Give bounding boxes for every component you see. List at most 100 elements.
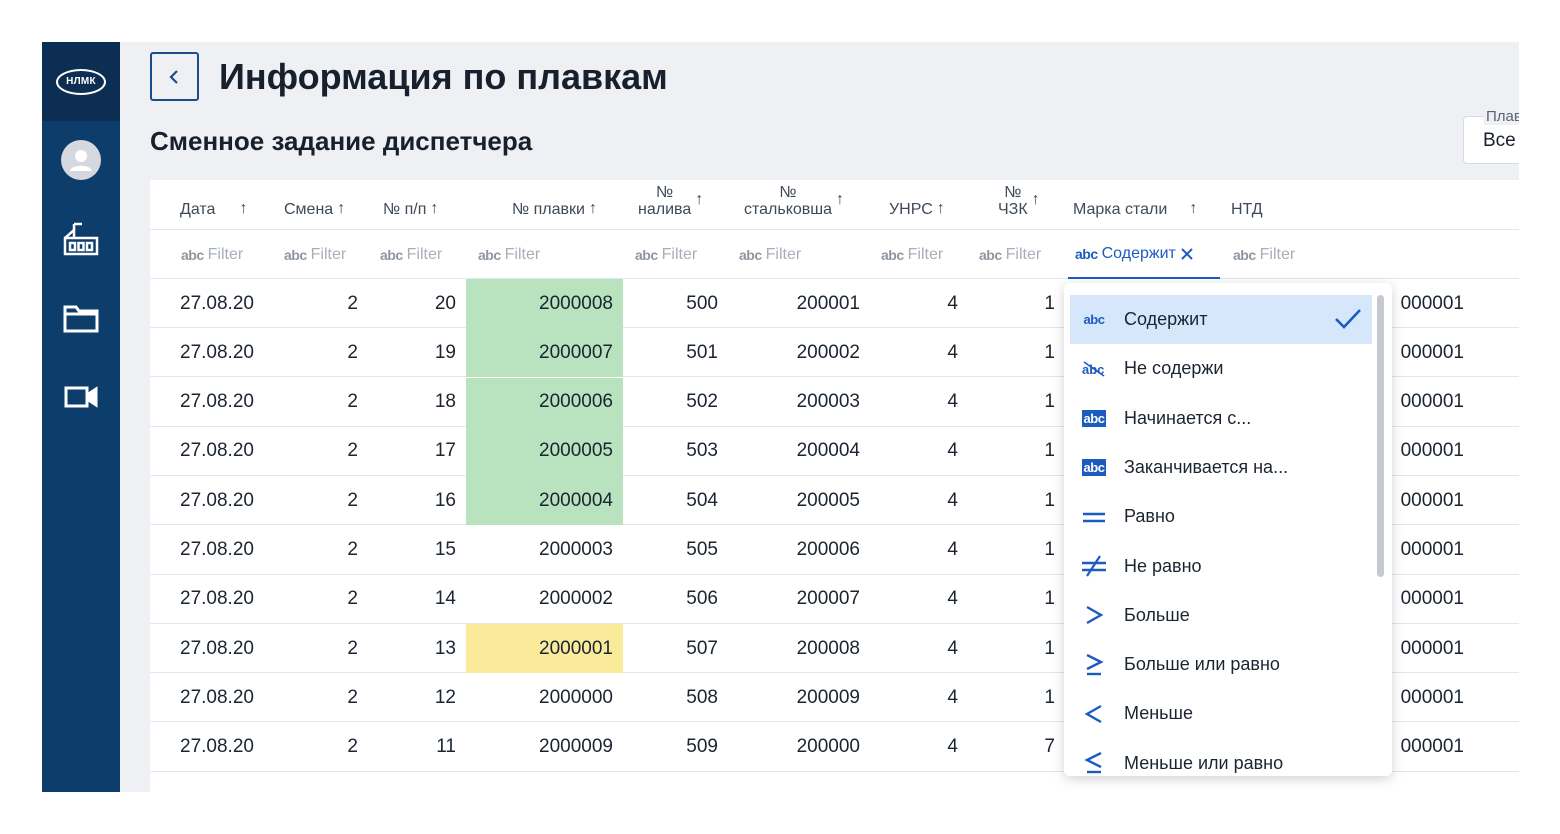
sort-arrow-icon: ↑ bbox=[588, 200, 597, 217]
cell-pour-number: 503 bbox=[686, 440, 718, 462]
cell-ladle-number: 200009 bbox=[796, 686, 860, 708]
filter-option[interactable]: abc Заканчивается на... bbox=[1070, 443, 1372, 492]
filter-heat-number[interactable]: abc Filter bbox=[478, 230, 540, 279]
cell-index: 14 bbox=[434, 588, 456, 610]
cell-ladle-number: 200000 bbox=[796, 736, 860, 758]
filter-chzk[interactable]: abc Filter bbox=[979, 230, 1041, 279]
text-filter-icon: abc bbox=[979, 246, 1002, 263]
text-filter-icon: abc bbox=[881, 246, 904, 263]
cell-unrs: 4 bbox=[947, 391, 958, 413]
filter-pour-number[interactable]: abc Filter bbox=[635, 230, 697, 279]
filter-option[interactable]: Меньше bbox=[1070, 689, 1372, 738]
column-header-heat-number[interactable]: № плавки ↑ bbox=[512, 180, 622, 230]
cell-heat-number: 2000001 bbox=[466, 624, 623, 674]
greater-equal-icon bbox=[1080, 653, 1108, 676]
sort-arrow-icon: ↑ bbox=[430, 200, 439, 217]
cell-date: 27.08.20 bbox=[180, 440, 254, 462]
cell-chzk: 1 bbox=[1044, 391, 1055, 413]
cell-pour-number: 509 bbox=[686, 736, 718, 758]
cell-pour-number: 502 bbox=[686, 391, 718, 413]
filter-option[interactable]: abc Не содержи bbox=[1070, 344, 1372, 393]
cell-pour-number: 504 bbox=[686, 489, 718, 511]
cell-shift: 2 bbox=[347, 539, 358, 560]
filter-option[interactable]: Не равно bbox=[1070, 542, 1372, 591]
sort-arrow-icon: ↑ bbox=[1031, 191, 1040, 208]
cell-shift: 2 bbox=[347, 637, 358, 659]
filter-option[interactable]: Больше или равно bbox=[1070, 640, 1372, 689]
text-filter-icon: abc bbox=[635, 246, 658, 263]
filter-option[interactable]: Меньше или равно bbox=[1070, 739, 1372, 776]
column-header-steel-grade[interactable]: Марка стали ↑ bbox=[1073, 180, 1213, 230]
filter-date[interactable]: abc Filter bbox=[181, 230, 243, 279]
sort-arrow-icon: ↑ bbox=[1189, 200, 1198, 217]
cell-date: 27.08.20 bbox=[180, 588, 254, 610]
cell-unrs: 4 bbox=[947, 539, 958, 560]
greater-icon bbox=[1080, 605, 1108, 625]
back-button[interactable] bbox=[150, 52, 199, 101]
cell-heat-number: 2000008 bbox=[466, 279, 623, 328]
cell-chzk: 1 bbox=[1044, 341, 1055, 363]
sort-arrow-icon: ↑ bbox=[695, 191, 704, 208]
folder-icon[interactable] bbox=[61, 298, 101, 338]
cell-shift: 2 bbox=[347, 736, 358, 758]
filter-shift[interactable]: abc Filter bbox=[284, 230, 346, 279]
ends-with-icon: abc bbox=[1081, 458, 1107, 476]
filter-option[interactable]: abc Начинается с... bbox=[1070, 394, 1372, 443]
column-header-shift[interactable]: Смена ↑ bbox=[284, 180, 364, 230]
cell-index: 13 bbox=[434, 637, 456, 659]
column-header-unrs[interactable]: УНРС ↑ bbox=[889, 180, 959, 230]
sidebar: НЛМК bbox=[42, 42, 120, 792]
filter-option[interactable]: Равно bbox=[1070, 492, 1372, 541]
cell-pour-number: 508 bbox=[686, 686, 718, 708]
close-icon[interactable] bbox=[1180, 247, 1194, 261]
filter-unrs[interactable]: abc Filter bbox=[881, 230, 943, 279]
column-header-pour-number[interactable]: № налива ↑ bbox=[638, 180, 718, 230]
cell-ladle-number: 200008 bbox=[796, 637, 860, 659]
filter-option[interactable]: abc Содержит bbox=[1070, 295, 1372, 344]
cell-ladle-number: 200006 bbox=[796, 539, 860, 560]
page-title: Информация по плавкам bbox=[219, 56, 668, 97]
cell-date: 27.08.20 bbox=[180, 341, 254, 363]
cell-date: 27.08.20 bbox=[180, 539, 254, 560]
chevron-left-icon bbox=[168, 69, 178, 84]
filter-option-label: Заканчивается на... bbox=[1124, 456, 1289, 477]
equals-icon bbox=[1080, 510, 1108, 524]
cell-chzk: 7 bbox=[1044, 736, 1055, 758]
filter-steel-grade[interactable]: abc Содержит bbox=[1068, 230, 1220, 279]
cell-ladle-number: 200001 bbox=[796, 292, 860, 314]
filter-option-label: Меньше или равно bbox=[1124, 752, 1284, 773]
text-filter-icon: abc bbox=[284, 246, 307, 263]
cell-shift: 2 bbox=[347, 292, 358, 314]
column-header-ntd[interactable]: НТД bbox=[1231, 180, 1291, 230]
column-header-index[interactable]: № п/п ↑ bbox=[383, 180, 463, 230]
text-filter-icon: abc bbox=[739, 246, 762, 263]
cell-unrs: 4 bbox=[947, 440, 958, 462]
cell-chzk: 1 bbox=[1044, 588, 1055, 610]
column-header-chzk[interactable]: № ЧЗК ↑ bbox=[998, 180, 1058, 230]
cell-heat-number: 2000007 bbox=[466, 328, 623, 378]
logo[interactable]: НЛМК bbox=[42, 42, 120, 121]
cell-chzk: 1 bbox=[1044, 539, 1055, 560]
filter-ntd[interactable]: abc Filter bbox=[1233, 230, 1295, 279]
sort-arrow-icon: ↑ bbox=[836, 191, 845, 208]
filter-option-label: Равно bbox=[1124, 506, 1175, 527]
cell-index: 11 bbox=[436, 736, 456, 758]
filter-ladle-number[interactable]: abc Filter bbox=[739, 230, 801, 279]
video-camera-icon[interactable] bbox=[61, 377, 101, 417]
cell-chzk: 1 bbox=[1044, 686, 1055, 708]
text-filter-icon: abc bbox=[181, 246, 204, 263]
factory-icon[interactable] bbox=[61, 220, 101, 260]
cell-shift: 2 bbox=[347, 686, 358, 708]
cell-index: 20 bbox=[434, 292, 456, 314]
cell-shift: 2 bbox=[347, 440, 358, 462]
scrollbar[interactable] bbox=[1377, 295, 1384, 577]
cell-pour-number: 505 bbox=[686, 539, 718, 560]
column-header-ladle-number[interactable]: № стальковша ↑ bbox=[744, 180, 864, 230]
filter-index[interactable]: abc Filter bbox=[380, 230, 442, 279]
filter-option[interactable]: Больше bbox=[1070, 591, 1372, 640]
avatar[interactable] bbox=[61, 140, 101, 180]
column-header-date[interactable]: Дата ↑ bbox=[180, 180, 264, 230]
cell-heat-number: 2000003 bbox=[539, 539, 613, 560]
cell-pour-number: 501 bbox=[686, 341, 718, 363]
sort-arrow-icon: ↑ bbox=[337, 200, 346, 217]
